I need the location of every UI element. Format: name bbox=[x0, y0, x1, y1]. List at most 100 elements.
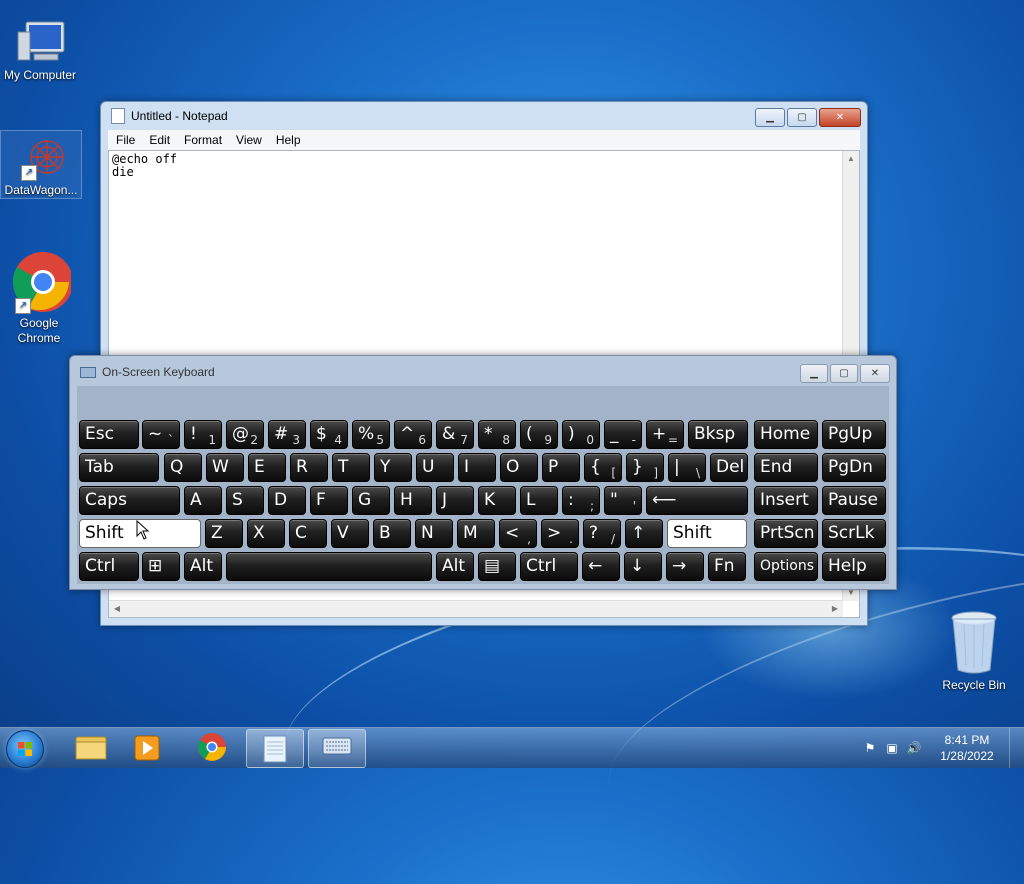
key-pgup[interactable]: PgUp bbox=[822, 420, 886, 449]
key-j[interactable]: J bbox=[436, 486, 474, 515]
key-sym0-1[interactable]: ~ ` bbox=[142, 420, 180, 449]
key-u[interactable]: U bbox=[416, 453, 454, 482]
key-q[interactable]: Q bbox=[164, 453, 202, 482]
key-sym1-12[interactable]: }] bbox=[626, 453, 664, 482]
key-v[interactable]: V bbox=[331, 519, 369, 548]
key-m[interactable]: M bbox=[457, 519, 495, 548]
menu-view[interactable]: View bbox=[236, 133, 262, 147]
key-sym0-10[interactable]: (9 bbox=[520, 420, 558, 449]
key-sym2-12[interactable]: ⟵ bbox=[646, 486, 748, 515]
taskbar-notepad[interactable] bbox=[246, 729, 304, 768]
key-alt[interactable]: Alt bbox=[436, 552, 474, 581]
osk-maximize-button[interactable]: ▢ bbox=[830, 364, 858, 383]
desktop-icon-datawagon[interactable]: ↗ DataWagon... bbox=[0, 130, 82, 199]
key-sym3-10[interactable]: ? / bbox=[583, 519, 621, 548]
key-options[interactable]: Options bbox=[754, 552, 818, 581]
menu-help[interactable]: Help bbox=[276, 133, 301, 147]
on-screen-keyboard-window[interactable]: On-Screen Keyboard ▁ ▢ ✕ Esc ~ `! 1 @2 #3 $4% 5… bbox=[69, 355, 897, 590]
key-esc[interactable]: Esc bbox=[79, 420, 139, 449]
key-c[interactable]: C bbox=[289, 519, 327, 548]
key-sym3-11[interactable]: ↑ bbox=[625, 519, 663, 548]
maximize-button[interactable]: ▢ bbox=[787, 108, 817, 127]
show-desktop-button[interactable] bbox=[1009, 728, 1024, 768]
key-sym4-7[interactable]: ← bbox=[582, 552, 620, 581]
notepad-titlebar[interactable]: Untitled - Notepad bbox=[101, 102, 867, 130]
key-shift[interactable]: Shift bbox=[667, 519, 747, 548]
key-sym0-8[interactable]: & 7 bbox=[436, 420, 474, 449]
clock[interactable]: 8:41 PM 1/28/2022 bbox=[925, 732, 1009, 764]
key-sym1-11[interactable]: {[ bbox=[584, 453, 622, 482]
key-alt[interactable]: Alt bbox=[184, 552, 222, 581]
menu-edit[interactable]: Edit bbox=[149, 133, 170, 147]
action-center-icon[interactable]: ⚑ bbox=[859, 741, 881, 755]
scroll-right-icon[interactable]: ▶ bbox=[827, 601, 843, 617]
key-sym0-6[interactable]: % 5 bbox=[352, 420, 390, 449]
key-sym0-5[interactable]: $4 bbox=[310, 420, 348, 449]
key-e[interactable]: E bbox=[248, 453, 286, 482]
taskbar-explorer[interactable] bbox=[62, 729, 118, 766]
key-r[interactable]: R bbox=[290, 453, 328, 482]
key-sym2-11[interactable]: " ' bbox=[604, 486, 642, 515]
desktop-icon-my-computer[interactable]: My Computer bbox=[0, 18, 80, 83]
key-sym4-5[interactable]: ▤ bbox=[478, 552, 516, 581]
menu-format[interactable]: Format bbox=[184, 133, 222, 147]
key-sym0-9[interactable]: * 8 bbox=[478, 420, 516, 449]
taskbar-osk[interactable] bbox=[308, 729, 366, 768]
volume-icon[interactable]: 🔊 bbox=[903, 741, 925, 755]
key-ctrl[interactable]: Ctrl bbox=[79, 552, 139, 581]
key-prtscn[interactable]: PrtScn bbox=[754, 519, 818, 548]
key-del[interactable]: Del bbox=[710, 453, 748, 482]
key-space[interactable] bbox=[226, 552, 432, 581]
key-sym4-1[interactable]: ⊞ bbox=[142, 552, 180, 581]
key-tab[interactable]: Tab bbox=[79, 453, 159, 482]
key-sym0-4[interactable]: #3 bbox=[268, 420, 306, 449]
key-home[interactable]: Home bbox=[754, 420, 818, 449]
key-fn[interactable]: Fn bbox=[708, 552, 746, 581]
key-a[interactable]: A bbox=[184, 486, 222, 515]
key-ctrl[interactable]: Ctrl bbox=[520, 552, 578, 581]
key-end[interactable]: End bbox=[754, 453, 818, 482]
key-sym1-13[interactable]: | \ bbox=[668, 453, 706, 482]
key-caps[interactable]: Caps bbox=[79, 486, 180, 515]
desktop-icon-recycle-bin[interactable]: Recycle Bin bbox=[934, 610, 1014, 693]
key-g[interactable]: G bbox=[352, 486, 390, 515]
horizontal-scrollbar[interactable]: ◀ ▶ bbox=[109, 600, 843, 617]
key-p[interactable]: P bbox=[542, 453, 580, 482]
key-pgdn[interactable]: PgDn bbox=[822, 453, 886, 482]
key-n[interactable]: N bbox=[415, 519, 453, 548]
key-sym4-9[interactable]: → bbox=[666, 552, 704, 581]
key-z[interactable]: Z bbox=[205, 519, 243, 548]
key-sym0-3[interactable]: @2 bbox=[226, 420, 264, 449]
close-button[interactable]: ✕ bbox=[819, 108, 861, 127]
key-sym0-11[interactable]: ) 0 bbox=[562, 420, 600, 449]
key-sym0-12[interactable]: _ - bbox=[604, 420, 642, 449]
osk-close-button[interactable]: ✕ bbox=[860, 364, 890, 383]
key-o[interactable]: O bbox=[500, 453, 538, 482]
taskbar-media-player[interactable] bbox=[119, 729, 175, 766]
key-b[interactable]: B bbox=[373, 519, 411, 548]
key-i[interactable]: I bbox=[458, 453, 496, 482]
key-x[interactable]: X bbox=[247, 519, 285, 548]
key-insert[interactable]: Insert bbox=[754, 486, 818, 515]
key-sym0-13[interactable]: + = bbox=[646, 420, 684, 449]
key-y[interactable]: Y bbox=[374, 453, 412, 482]
key-scrlk[interactable]: ScrLk bbox=[822, 519, 886, 548]
key-help[interactable]: Help bbox=[822, 552, 886, 581]
key-t[interactable]: T bbox=[332, 453, 370, 482]
network-icon[interactable]: ▣ bbox=[881, 741, 903, 755]
osk-titlebar[interactable]: On-Screen Keyboard bbox=[70, 356, 896, 388]
key-sym4-8[interactable]: ↓ bbox=[624, 552, 662, 581]
key-sym2-10[interactable]: :; bbox=[562, 486, 600, 515]
key-sym0-2[interactable]: ! 1 bbox=[184, 420, 222, 449]
key-bksp[interactable]: Bksp bbox=[688, 420, 748, 449]
key-sym3-8[interactable]: <, bbox=[499, 519, 537, 548]
key-d[interactable]: D bbox=[268, 486, 306, 515]
key-l[interactable]: L bbox=[520, 486, 558, 515]
key-k[interactable]: K bbox=[478, 486, 516, 515]
scroll-left-icon[interactable]: ◀ bbox=[109, 601, 125, 617]
osk-minimize-button[interactable]: ▁ bbox=[800, 364, 828, 383]
key-sym3-9[interactable]: >. bbox=[541, 519, 579, 548]
key-h[interactable]: H bbox=[394, 486, 432, 515]
menu-file[interactable]: File bbox=[116, 133, 135, 147]
scroll-up-icon[interactable]: ▲ bbox=[843, 151, 859, 167]
